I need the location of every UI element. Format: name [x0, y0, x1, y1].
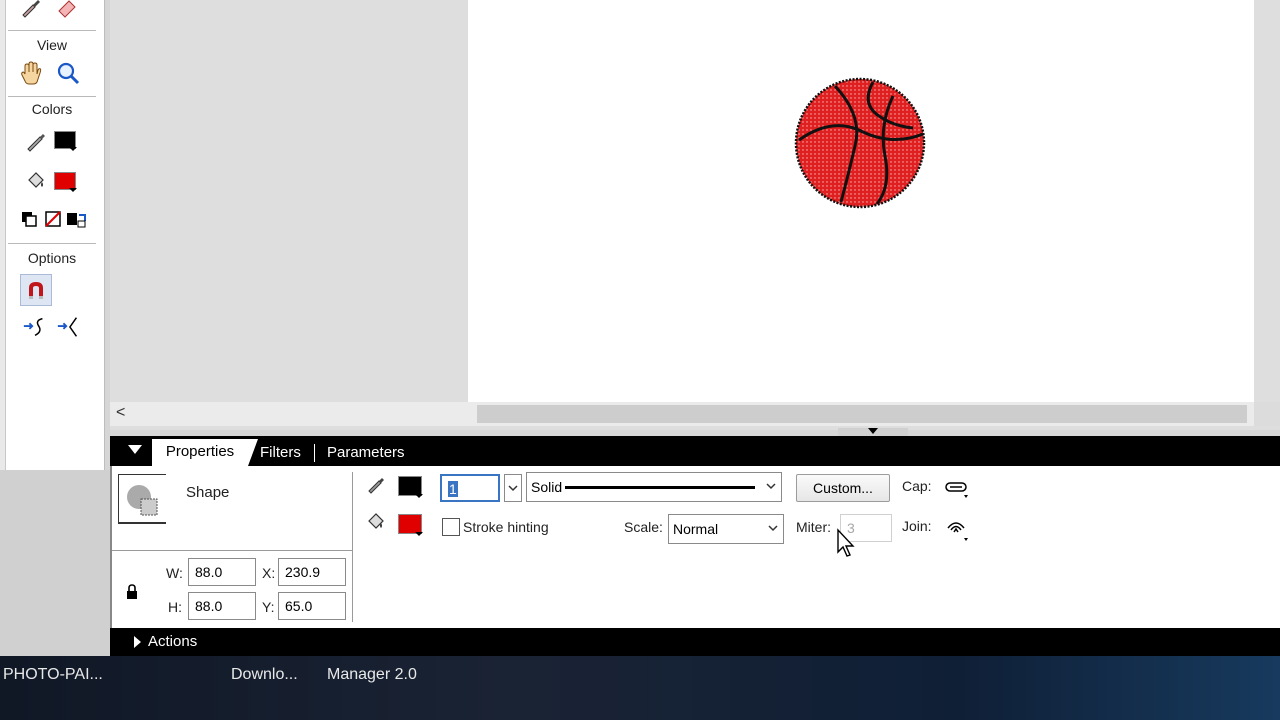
x-label: X:	[262, 565, 276, 581]
h-label: H:	[168, 599, 182, 615]
taskbar: PHOTO-PAI... Downlo... Manager 2.0	[0, 656, 1280, 720]
taskbar-item[interactable]: PHOTO-PAI...	[3, 666, 103, 684]
smooth-icon[interactable]	[22, 314, 48, 340]
join-label: Join:	[902, 518, 932, 534]
actions-panel-header[interactable]: Actions	[110, 628, 1280, 656]
pencil-stroke-icon[interactable]	[23, 128, 49, 154]
stroke-height-dropdown[interactable]	[504, 474, 522, 502]
colors-heading: Colors	[31, 101, 73, 117]
tools-panel: View Colors Options	[0, 0, 105, 470]
panel-stroke-color-swatch[interactable]	[398, 476, 423, 498]
y-label: Y:	[262, 599, 275, 615]
stroke-style-value: Solid	[531, 479, 563, 495]
tab-filters[interactable]: Filters	[260, 440, 301, 466]
stroke-style-select[interactable]: Solid	[526, 472, 782, 502]
y-input[interactable]: 65.0	[278, 592, 346, 620]
w-label: W:	[166, 565, 183, 581]
panel-collapse-icon[interactable]	[128, 445, 142, 454]
width-input[interactable]: 88.0	[188, 558, 256, 586]
properties-panel-header: Properties Filters Parameters	[110, 436, 1280, 466]
tools-panel-edge	[0, 0, 6, 470]
taskbar-item[interactable]: Manager 2.0	[327, 666, 417, 684]
collapse-arrow-icon[interactable]	[868, 428, 878, 434]
join-select[interactable]	[944, 514, 972, 547]
properties-panel-body: Shape 1 Solid Custom... Cap: Stroke hint…	[110, 466, 1280, 628]
scrollbar-corner	[1254, 402, 1280, 426]
black-white-icon[interactable]	[16, 206, 42, 232]
cap-select[interactable]	[944, 478, 972, 503]
panel-splitter[interactable]	[838, 428, 908, 436]
scale-value: Normal	[673, 521, 719, 537]
scrollbar-thumb[interactable]	[477, 405, 1247, 423]
eyedropper-icon[interactable]	[18, 0, 44, 20]
paint-bucket-icon[interactable]	[23, 168, 49, 194]
straighten-icon[interactable]	[56, 314, 82, 340]
cap-label: Cap:	[902, 478, 932, 494]
swap-colors-icon[interactable]	[63, 206, 89, 232]
fill-bucket-icon	[366, 512, 386, 535]
tab-separator	[314, 444, 315, 462]
zoom-icon[interactable]	[55, 60, 81, 86]
taskbar-item[interactable]: Downlo...	[231, 666, 298, 684]
mouse-cursor-icon	[837, 528, 855, 557]
shape-type-icon	[118, 474, 166, 524]
stroke-height-input[interactable]: 1	[440, 474, 500, 502]
options-heading: Options	[27, 250, 77, 266]
miter-label: Miter:	[796, 519, 831, 535]
cap-round-icon	[945, 482, 968, 498]
lock-icon[interactable]	[126, 584, 138, 603]
snap-magnet-icon[interactable]	[20, 274, 52, 306]
panel-fill-color-swatch[interactable]	[398, 514, 423, 536]
panel-divider	[112, 550, 352, 551]
stroke-hinting-label: Stroke hinting	[463, 519, 549, 535]
stroke-pencil-icon	[366, 474, 386, 497]
stroke-height-value: 1	[448, 481, 458, 497]
stroke-style-preview	[565, 486, 755, 489]
hand-icon[interactable]	[18, 60, 44, 86]
stage-canvas[interactable]	[468, 0, 1264, 402]
panel-divider	[352, 472, 353, 622]
stroke-color-swatch[interactable]	[54, 131, 77, 151]
custom-stroke-button[interactable]: Custom...	[796, 474, 890, 502]
stroke-hinting-checkbox[interactable]	[442, 518, 460, 536]
stage-pasteboard-right	[1254, 0, 1280, 402]
scale-label: Scale:	[624, 519, 663, 535]
actions-label: Actions	[148, 633, 198, 650]
horizontal-scrollbar[interactable]: <	[110, 402, 1280, 426]
tab-properties[interactable]: Properties	[152, 439, 258, 466]
join-round-icon	[947, 522, 968, 541]
x-input[interactable]: 230.9	[278, 558, 346, 586]
view-heading: View	[36, 37, 68, 53]
scale-select[interactable]: Normal	[668, 514, 784, 544]
left-empty-area	[0, 470, 110, 656]
basketball-shape[interactable]	[793, 76, 927, 210]
tab-parameters[interactable]: Parameters	[327, 440, 405, 466]
expand-arrow-icon[interactable]	[134, 636, 141, 648]
tools-separator	[8, 243, 96, 244]
eraser-icon[interactable]	[54, 0, 80, 20]
scroll-left-icon[interactable]: <	[116, 404, 125, 422]
shape-label: Shape	[186, 484, 230, 501]
fill-color-swatch[interactable]	[54, 172, 77, 192]
tools-separator	[8, 30, 96, 31]
height-input[interactable]: 88.0	[188, 592, 256, 620]
tools-separator	[8, 96, 96, 97]
